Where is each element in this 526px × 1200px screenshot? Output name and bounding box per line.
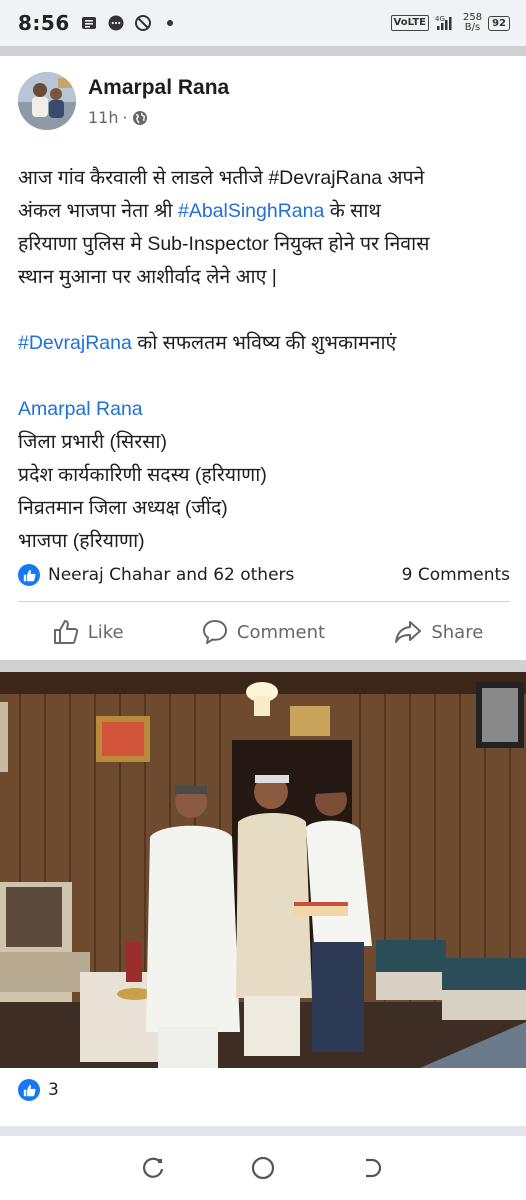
status-time: 8:56 (18, 11, 70, 35)
feed-divider (0, 660, 526, 672)
hashtag-link[interactable]: #AbalSinghRana (178, 200, 324, 222)
body-line: स्थान मुआना पर आशीर्वाद लेने आए | (18, 266, 277, 288)
meta-separator: · (122, 108, 128, 127)
post-body: आज गांव कैरवाली से लाडले भतीजे #DevrajRa… (18, 162, 514, 558)
feed-divider (0, 46, 526, 56)
body-line: #DevrajRana को सफलतम भविष्य की शुभकामनाए… (18, 327, 514, 360)
dot-icon (166, 20, 173, 26)
body-line: जिला प्रभारी (सिरसा) (18, 431, 167, 453)
message-icon (81, 17, 96, 29)
network-gen-text: 4G (435, 15, 445, 23)
body-line: हरियाणा पुलिस मे Sub-Inspector नियुक्त ह… (18, 233, 430, 255)
body-text-segment: को सफलतम भविष्य की शुभकामनाएं (131, 332, 397, 354)
photo-like-count: 3 (48, 1080, 59, 1100)
body-line: प्रदेश कार्यकारिणी सदस्य (हरियाणा) (18, 464, 267, 486)
status-notification-icons (80, 14, 179, 32)
system-nav-bar (0, 1136, 526, 1200)
photo-reactions[interactable]: 3 (18, 1079, 59, 1101)
body-line: अंकल भाजपा नेता श्री #AbalSinghRana के स… (18, 195, 514, 228)
like-button[interactable]: Like (0, 612, 175, 652)
network-speed: 258 B/s (463, 13, 482, 33)
post-photo[interactable] (0, 672, 526, 1068)
body-line: भाजपा (हरियाणा) (18, 530, 145, 552)
hashtag-link[interactable]: #DevrajRana (18, 332, 132, 354)
home-button[interactable] (248, 1153, 278, 1183)
home-circle-icon (251, 1156, 275, 1180)
body-text-segment: अंकल भाजपा नेता श्री (18, 200, 178, 222)
status-system-icons: VoLTE 4G 258 B/s 92 (390, 13, 510, 33)
share-label: Share (431, 621, 484, 643)
share-icon (395, 621, 422, 643)
post-card: Amarpal Rana 11h · आज गांव कैरवाली से ला… (0, 56, 526, 660)
like-label: Like (87, 621, 124, 643)
feed-divider (0, 1126, 526, 1136)
comment-button[interactable]: Comment (175, 612, 350, 652)
volte-indicator: VoLTE (390, 15, 429, 31)
status-bar: 8:56 VoLTE 4G 258 B/s 92 (0, 0, 526, 46)
back-button[interactable] (357, 1153, 387, 1183)
photo-illustration (0, 672, 526, 1068)
chat-bubble-icon (108, 15, 124, 31)
body-text-segment: के साथ (324, 200, 381, 222)
battery-indicator: 92 (488, 15, 510, 31)
body-line: आज गांव कैरवाली से लाडले भतीजे #DevrajRa… (18, 167, 425, 189)
post-actions: Like Comment Share (0, 612, 526, 652)
share-button[interactable]: Share (351, 612, 526, 652)
reactions-summary: Neeraj Chahar and 62 others 9 Comments (18, 564, 510, 586)
comments-count[interactable]: 9 Comments (402, 565, 510, 585)
thumbs-up-icon (53, 620, 78, 644)
actions-divider (18, 601, 510, 602)
post-meta: 11h · (88, 108, 148, 127)
like-reaction-icon (18, 1079, 40, 1101)
body-line: निव्रतमान जिला अध्यक्ष (जींद) (18, 497, 228, 519)
recents-button[interactable] (139, 1153, 169, 1183)
avatar[interactable] (18, 72, 76, 130)
like-reaction-icon (18, 564, 40, 586)
recents-icon (143, 1157, 164, 1178)
post-author[interactable]: Amarpal Rana (88, 76, 229, 100)
signal-icon: 4G (435, 15, 452, 30)
post-time[interactable]: 11h (88, 108, 119, 127)
speed-unit: B/s (464, 22, 481, 33)
blocked-icon (134, 15, 151, 31)
comment-icon (202, 620, 227, 644)
profile-mention-link[interactable]: Amarpal Rana (18, 393, 514, 426)
comment-label: Comment (236, 621, 326, 643)
reactions-text[interactable]: Neeraj Chahar and 62 others (48, 565, 294, 585)
back-icon (365, 1158, 381, 1178)
globe-icon (132, 110, 147, 125)
